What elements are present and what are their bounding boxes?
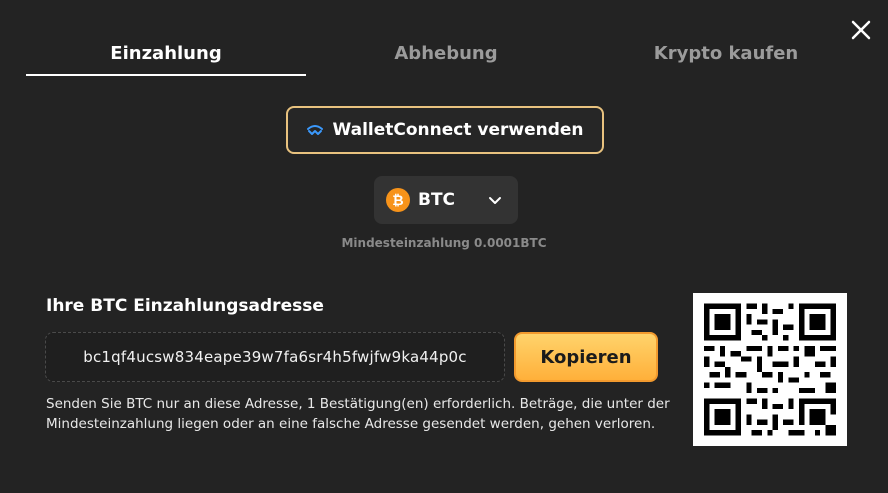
coin-name: BTC: [418, 190, 456, 210]
tab-krypto-kaufen[interactable]: Krypto kaufen: [586, 40, 866, 68]
copy-button[interactable]: Kopieren: [514, 332, 658, 382]
chevron-down-icon: [489, 197, 501, 204]
walletconnect-button[interactable]: WalletConnect verwenden: [286, 106, 604, 154]
walletconnect-label: WalletConnect verwenden: [332, 120, 584, 140]
qr-code: [693, 293, 847, 446]
min-deposit-text: Mindesteinzahlung 0.0001BTC: [341, 236, 547, 250]
walletconnect-icon: [307, 125, 324, 135]
tab-abhebung[interactable]: Abhebung: [306, 40, 586, 68]
bitcoin-icon: ₿: [386, 188, 410, 212]
address-title: Ihre BTC Einzahlungsadresse: [46, 296, 324, 316]
deposit-address-field[interactable]: bc1qf4ucsw834eape39w7fa6sr4h5fwjfw9ka44p…: [45, 332, 505, 382]
tab-einzahlung[interactable]: Einzahlung: [26, 40, 306, 68]
deposit-notice: Senden Sie BTC nur an diese Adresse, 1 B…: [46, 396, 670, 432]
coin-select[interactable]: ₿ BTC: [374, 176, 518, 224]
active-tab-indicator: [26, 74, 306, 76]
tab-bar: Einzahlung Abhebung Krypto kaufen: [26, 40, 864, 80]
